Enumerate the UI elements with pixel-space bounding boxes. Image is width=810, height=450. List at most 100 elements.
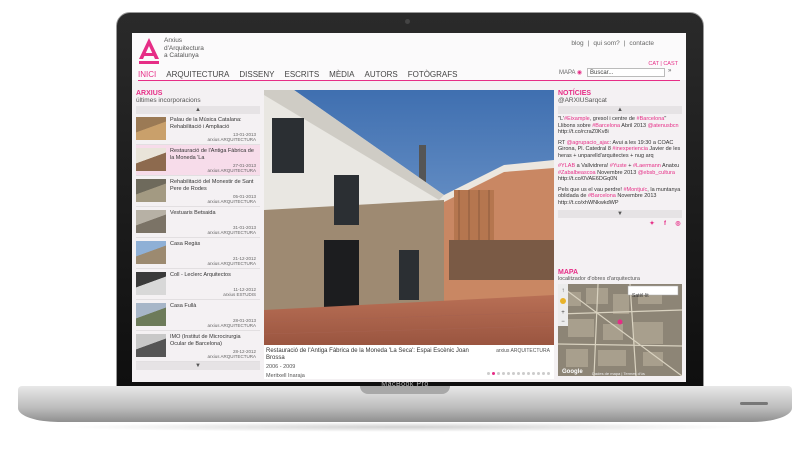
tweet-text: http://t.co/0VAE6DGq0N <box>558 176 618 182</box>
archive-item-category: arxius ARQUITECTURA <box>207 168 256 173</box>
archive-thumbnail[interactable] <box>136 303 166 326</box>
scroll-up-button[interactable]: ▲ <box>136 106 260 114</box>
archive-item-category: arxius ARQUITECTURA <box>207 199 256 204</box>
archive-thumbnail[interactable] <box>136 210 166 233</box>
archive-item[interactable]: Coll - Leclerc Arquitectos 11-12-2012 arxi… <box>136 269 260 300</box>
nav-autors[interactable]: AUTORS <box>365 70 398 79</box>
archive-item[interactable]: Restauració de l'Antiga Fàbrica de la Mo… <box>136 145 260 176</box>
news-scroll-down-button[interactable]: ▼ <box>558 210 682 218</box>
slider-dot[interactable] <box>547 372 550 375</box>
tweet-text: Anatxu <box>660 163 680 169</box>
tweet-link[interactable]: @agrupacio_ajac <box>567 140 610 146</box>
archive-item[interactable]: Palau de la Música Catalana: Rehabilitac… <box>136 114 260 145</box>
tweet-link[interactable]: #Barcelona <box>637 116 665 122</box>
nav-arquitectura[interactable]: ARQUITECTURA <box>166 70 229 79</box>
nav-divider <box>138 80 680 81</box>
tweet-link[interactable]: #Barcelona <box>588 193 616 199</box>
featured-caption[interactable]: Restauració de l'Antiga Fàbrica de la Mo… <box>266 348 486 362</box>
slider-dot[interactable] <box>527 372 530 375</box>
nav-fotografs[interactable]: FOTÒGRAFS <box>408 70 458 79</box>
archive-item-category: arxius ARQUITECTURA <box>207 323 256 328</box>
about-link[interactable]: qui som? <box>593 40 619 47</box>
tweet: "L'#Eixample, gresol i centre de #Barcel… <box>558 116 682 136</box>
archive-column: ARXIUS últimes incorporacions ▲ Palau de… <box>136 90 260 379</box>
tweet-link[interactable]: #Yuste <box>610 163 627 169</box>
slider-dot[interactable] <box>497 372 500 375</box>
blog-link[interactable]: blog <box>571 40 583 47</box>
tweet-link[interactable]: #Barcelona <box>592 123 620 129</box>
scroll-down-button[interactable]: ▼ <box>136 362 260 370</box>
slider-dot[interactable] <box>517 372 520 375</box>
news-column: NOTÍCIES @ARXIUSarqcat ▲ "L'#Eixample, g… <box>558 90 682 379</box>
facebook-icon[interactable]: f <box>661 220 669 228</box>
tweet-text: , gresol i centre de <box>589 116 637 122</box>
nav-media[interactable]: MÈDIA <box>329 70 354 79</box>
archive-item-category: arxius ARQUITECTURA <box>207 230 256 235</box>
archive-item-title[interactable]: Rehabilitació del Monestir de Sant Pere … <box>170 179 258 192</box>
tweet-list: "L'#Eixample, gresol i centre de #Barcel… <box>558 116 682 206</box>
map-title: MAPA <box>558 269 579 276</box>
archive-item-title[interactable]: Casa Fullà <box>170 303 258 310</box>
tweet-link[interactable]: #Zabalbeascoa <box>558 170 596 176</box>
slider-dot[interactable] <box>512 372 515 375</box>
archive-item-title[interactable]: Coll - Leclerc Arquitectos <box>170 272 258 279</box>
contact-link[interactable]: contacte <box>629 40 654 47</box>
archive-thumbnail[interactable] <box>136 117 166 140</box>
tweet-text: http://t.co/rcraZ0Kv8i <box>558 129 609 135</box>
slider-dot[interactable] <box>492 372 495 375</box>
nav-inici[interactable]: INICI <box>138 70 156 79</box>
archive-item-title[interactable]: Palau de la Música Catalana: Rehabilitac… <box>170 117 258 130</box>
tweet-link[interactable]: @atenusbcn <box>648 123 679 129</box>
archive-thumbnail[interactable] <box>136 272 166 295</box>
slider-dot[interactable] <box>537 372 540 375</box>
archive-thumbnail[interactable] <box>136 179 166 202</box>
instagram-icon[interactable]: ◎ <box>674 220 682 228</box>
featured-photographer: Meritxell Inaraja <box>266 373 305 379</box>
logo-icon[interactable] <box>138 37 160 69</box>
archive-thumbnail[interactable] <box>136 148 166 171</box>
logo-line: d'Arquitectura <box>164 44 204 52</box>
archive-item[interactable]: Casa Fullà 28-01-2013 arxius ARQUITECTURA <box>136 300 260 331</box>
featured-years: 2006 - 2009 <box>266 364 296 370</box>
news-title: NOTÍCIES <box>558 90 592 97</box>
map-link[interactable]: MAPA ◉ <box>559 69 582 76</box>
archive-item-title[interactable]: IMO (Institut de Microcirurgia Ocular de… <box>170 334 258 347</box>
slider-dot[interactable] <box>542 372 545 375</box>
slider-dot[interactable] <box>507 372 510 375</box>
archive-item[interactable]: IMO (Institut de Microcirurgia Ocular de… <box>136 331 260 362</box>
archive-item-title[interactable]: Restauració de l'Antiga Fàbrica de la Mo… <box>170 148 258 161</box>
language-switch[interactable]: CAT | CAST <box>648 61 678 67</box>
tweet-link[interactable]: #YLAB <box>558 163 575 169</box>
featured-photo[interactable] <box>264 90 554 345</box>
archive-item-title[interactable]: Casa Regàs <box>170 241 258 248</box>
nav-disseny[interactable]: DISSENY <box>239 70 274 79</box>
archive-thumbnail[interactable] <box>136 241 166 264</box>
search-input[interactable]: Buscar... <box>587 68 665 77</box>
archive-item[interactable]: Vestuaris Betsaida 31-01-2013 arxius ARQUI… <box>136 207 260 238</box>
map-type-select[interactable]: Satèl·lit <box>632 293 649 299</box>
slider-dot[interactable] <box>532 372 535 375</box>
map-terms[interactable]: Dades de mapa | Termes d'ús <box>592 371 645 376</box>
map-link-label: MAPA <box>559 70 576 76</box>
map-view[interactable]: ↑ + − <box>558 284 682 376</box>
archive-thumbnail[interactable] <box>136 334 166 357</box>
tweet-link[interactable]: #inexperiencia <box>612 146 647 152</box>
news-handle[interactable]: @ARXIUSarqcat <box>558 97 682 104</box>
tweet-link[interactable]: @ebsb_cultura <box>638 170 675 176</box>
search-button[interactable]: » <box>668 68 671 74</box>
archive-item-title[interactable]: Vestuaris Betsaida <box>170 210 258 217</box>
tweet-link[interactable]: #Eixample <box>564 116 590 122</box>
tweet-link[interactable]: #Laermann <box>633 163 661 169</box>
port <box>740 402 768 405</box>
tweet-text: Novembre 2013 <box>595 169 638 176</box>
nav-escrits[interactable]: ESCRITS <box>284 70 319 79</box>
archive-item[interactable]: Rehabilitació del Monestir de Sant Pere … <box>136 176 260 207</box>
tweet: Pels que us el vau perdre! #Montjuïc, la… <box>558 187 682 207</box>
archive-item[interactable]: Casa Regàs 21-12-2012 arxius ARQUITECTURA <box>136 238 260 269</box>
news-scroll-up-button[interactable]: ▲ <box>558 106 682 114</box>
twitter-icon[interactable]: ✦ <box>648 220 656 228</box>
slider-dot[interactable] <box>487 372 490 375</box>
slider-dot[interactable] <box>522 372 525 375</box>
slider-dot[interactable] <box>502 372 505 375</box>
tweet-link[interactable]: #Montjuïc <box>623 187 647 193</box>
